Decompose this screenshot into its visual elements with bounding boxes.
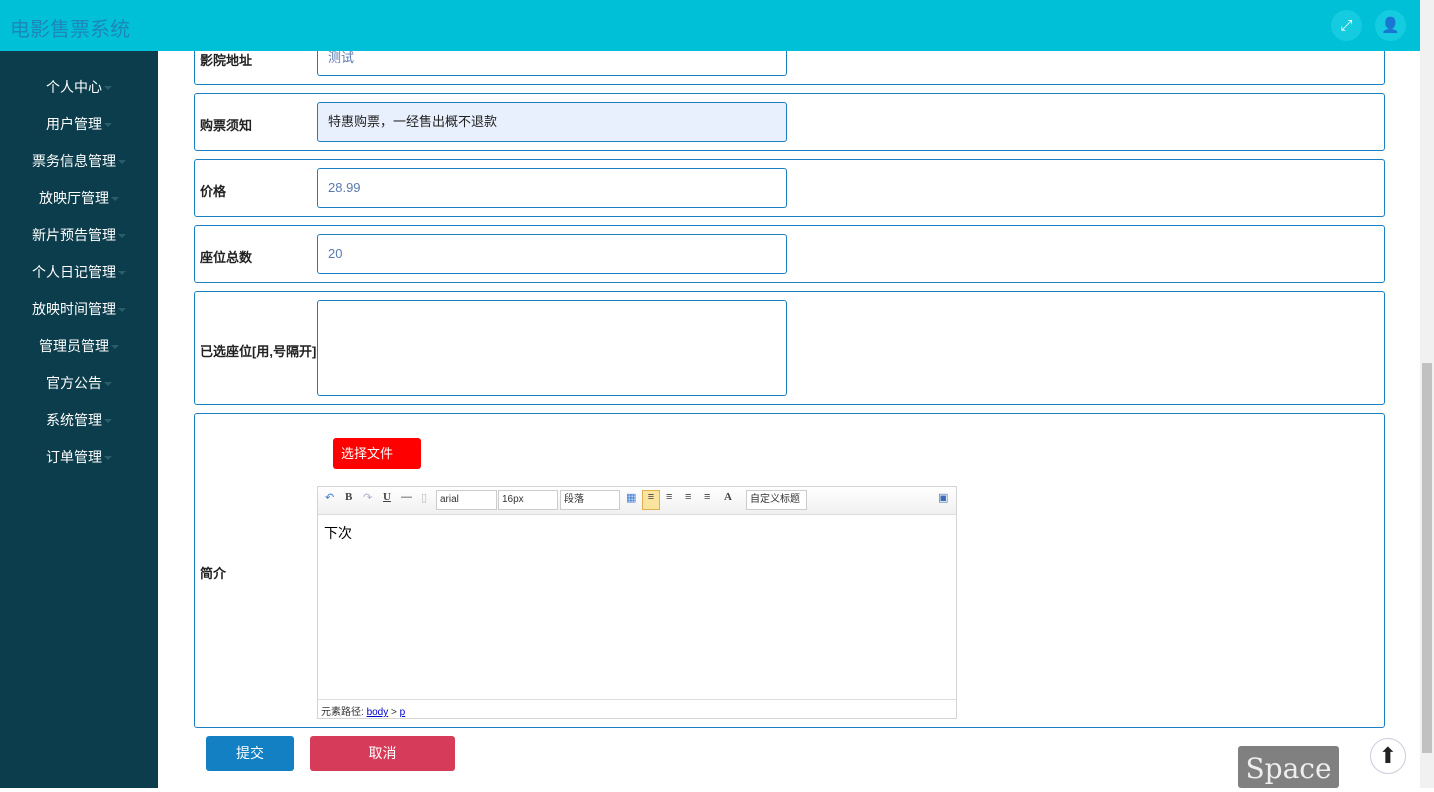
caret-down-icon (104, 456, 112, 461)
price-input[interactable]: 28.99 (317, 168, 787, 208)
sidebar-item-label: 系统管理 (46, 412, 102, 428)
element-path-bar: 元素路径: body > p (318, 699, 956, 718)
sidebar-item-label: 新片预告管理 (32, 227, 116, 243)
align-center-icon[interactable]: ≡ (685, 491, 691, 503)
header: 电影售票系统 ⤢ 👤 (0, 0, 1420, 51)
user-icon: 👤 (1381, 17, 1400, 34)
sidebar-item-admins[interactable]: 管理员管理 (0, 336, 158, 356)
editor-toolbar: ↶ B ↷ U — ▯ arial 16px 段落 ▦ ≡ ≡ ≡ ≡ A 自定… (318, 487, 956, 515)
sidebar-item-diary[interactable]: 个人日记管理 (0, 262, 158, 282)
price-row: 价格 28.99 (194, 159, 1385, 217)
sidebar-item-system[interactable]: 系统管理 (0, 410, 158, 430)
back-to-top-button[interactable]: ⬆ (1370, 738, 1406, 774)
selected-seats-textarea[interactable] (317, 300, 787, 396)
scrollbar-thumb[interactable] (1422, 363, 1432, 753)
caret-down-icon (118, 160, 126, 165)
seats-row: 座位总数 20 (194, 225, 1385, 283)
sidebar-item-label: 个人日记管理 (32, 264, 116, 280)
scrollbar[interactable] (1420, 0, 1434, 788)
intro-row: 简介 选择文件 ↶ B ↷ U — ▯ arial 16px 段落 ▦ ≡ ≡ … (194, 413, 1385, 728)
font-family-select[interactable]: arial (436, 490, 497, 510)
sidebar-item-label: 管理员管理 (39, 338, 109, 354)
bold-button[interactable]: B (345, 491, 352, 503)
space-key-overlay: Space (1238, 746, 1339, 788)
sidebar-item-users[interactable]: 用户管理 (0, 114, 158, 134)
align-right-icon[interactable]: ≡ (666, 491, 672, 503)
sidebar: 个人中心 用户管理 票务信息管理 放映厅管理 新片预告管理 个人日记管理 放映时… (0, 51, 158, 788)
sidebar-item-announcements[interactable]: 官方公告 (0, 373, 158, 393)
sidebar-item-personal[interactable]: 个人中心 (0, 77, 158, 97)
sidebar-item-label: 用户管理 (46, 116, 102, 132)
sidebar-item-label: 订单管理 (46, 449, 102, 465)
caret-down-icon (104, 419, 112, 424)
redo-icon[interactable]: ↷ (363, 491, 372, 504)
selected-seats-row: 已选座位[用,号隔开] (194, 291, 1385, 405)
rich-text-editor: ↶ B ↷ U — ▯ arial 16px 段落 ▦ ≡ ≡ ≡ ≡ A 自定… (317, 486, 957, 719)
align-left-icon[interactable]: ≡ (642, 490, 660, 510)
caret-down-icon (104, 123, 112, 128)
path-label: 元素路径: (321, 707, 364, 718)
cancel-button[interactable]: 取消 (310, 736, 455, 771)
seats-input[interactable]: 20 (317, 234, 787, 274)
custom-heading-select[interactable]: 自定义标题 (746, 490, 807, 510)
caret-down-icon (118, 271, 126, 276)
horizontal-rule-icon[interactable]: — (401, 491, 412, 503)
user-button[interactable]: 👤 (1375, 10, 1406, 41)
sidebar-item-showtimes[interactable]: 放映时间管理 (0, 299, 158, 319)
notice-input[interactable]: 特惠购票，一经售出概不退款 (317, 102, 787, 142)
sidebar-item-label: 放映厅管理 (39, 190, 109, 206)
fullscreen-button[interactable]: ⤢ (1331, 10, 1362, 41)
app-title: 电影售票系统 (10, 19, 130, 41)
sidebar-item-label: 票务信息管理 (32, 153, 116, 169)
notice-label: 购票须知 (200, 118, 253, 133)
caret-down-icon (111, 345, 119, 350)
table-icon[interactable]: ▦ (626, 491, 636, 504)
sidebar-item-label: 放映时间管理 (32, 301, 116, 317)
sidebar-item-orders[interactable]: 订单管理 (0, 447, 158, 467)
address-label: 影院地址 (200, 53, 253, 68)
caret-down-icon (104, 382, 112, 387)
caret-down-icon (118, 234, 126, 239)
font-size-select[interactable]: 16px (498, 490, 558, 510)
undo-icon[interactable]: ↶ (325, 491, 334, 504)
editor-content[interactable]: 下次 (324, 523, 352, 543)
sidebar-item-label: 官方公告 (46, 375, 102, 391)
price-label: 价格 (200, 184, 227, 199)
underline-button[interactable]: U (383, 491, 391, 503)
sidebar-item-tickets[interactable]: 票务信息管理 (0, 151, 158, 171)
paragraph-select[interactable]: 段落 (560, 490, 620, 510)
seats-label: 座位总数 (200, 250, 253, 265)
sidebar-item-trailers[interactable]: 新片预告管理 (0, 225, 158, 245)
caret-down-icon (118, 308, 126, 313)
sidebar-item-label: 个人中心 (46, 79, 102, 95)
caret-down-icon (104, 86, 112, 91)
selected-seats-label: 已选座位[用,号隔开] (200, 344, 317, 359)
path-separator: > (391, 707, 397, 718)
choose-file-button[interactable]: 选择文件 (333, 438, 421, 469)
preview-icon[interactable]: ▣ (938, 491, 948, 504)
font-color-button[interactable]: A (724, 491, 732, 503)
path-p-link[interactable]: p (400, 707, 406, 718)
notice-row: 购票须知 特惠购票，一经售出概不退款 (194, 93, 1385, 151)
path-body-link[interactable]: body (367, 707, 389, 718)
caret-down-icon (111, 197, 119, 202)
paste-icon[interactable]: ▯ (421, 491, 427, 504)
submit-button[interactable]: 提交 (206, 736, 294, 771)
intro-label: 简介 (200, 566, 227, 581)
expand-icon: ⤢ (1340, 17, 1353, 34)
arrow-up-icon: ⬆ (1378, 743, 1398, 768)
sidebar-item-halls[interactable]: 放映厅管理 (0, 188, 158, 208)
align-justify-icon[interactable]: ≡ (704, 491, 710, 503)
